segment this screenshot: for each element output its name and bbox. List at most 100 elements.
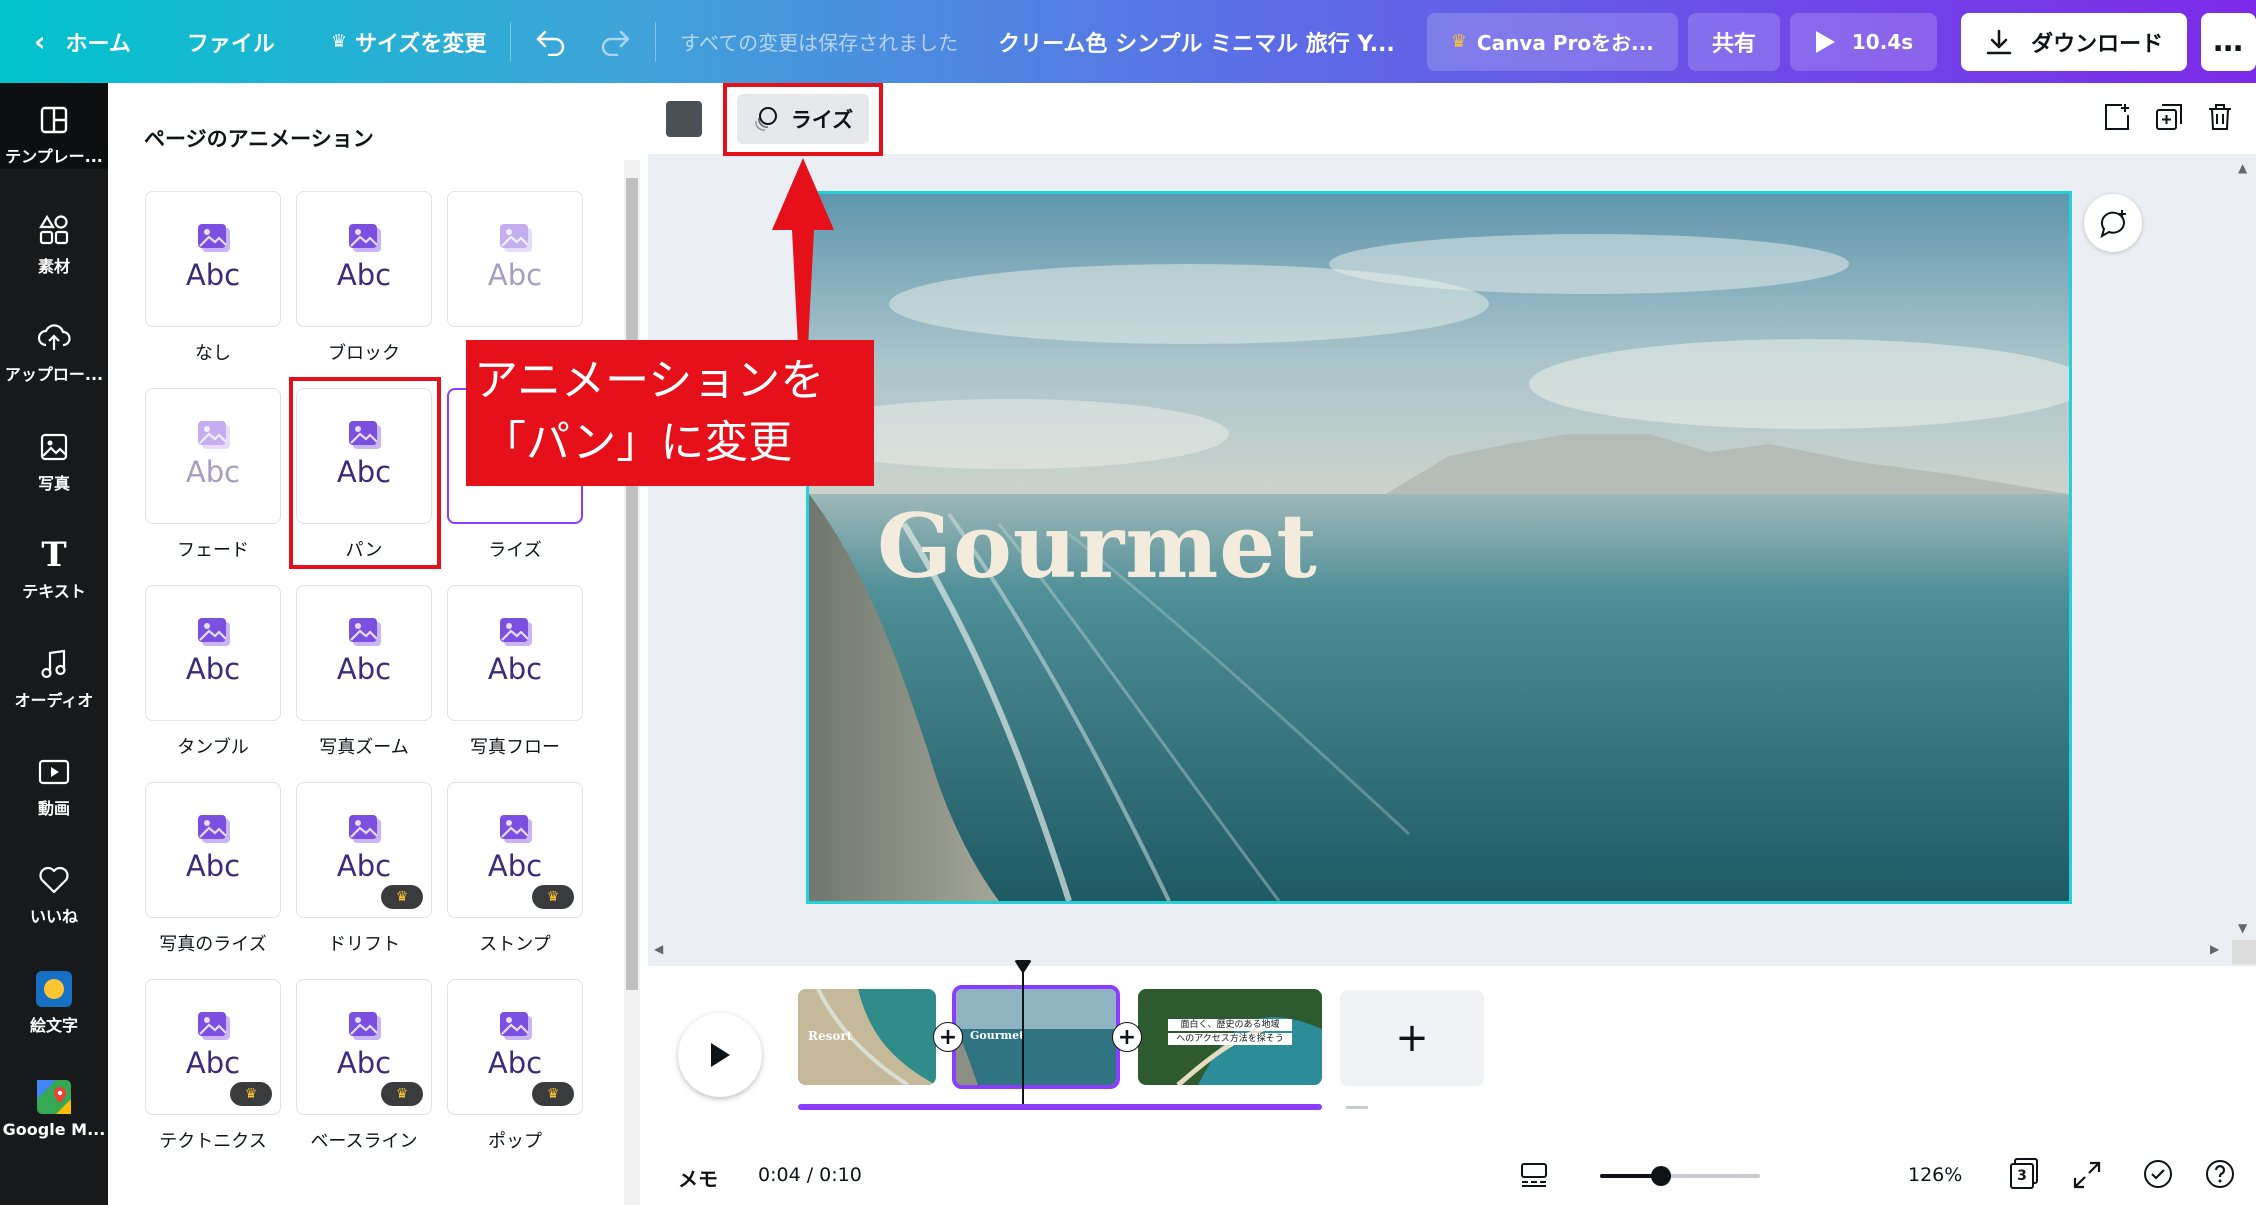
divider xyxy=(510,21,512,62)
fullscreen-icon[interactable] xyxy=(2072,1160,2102,1194)
abc-preview: Abc xyxy=(185,455,241,489)
pages-count-button[interactable]: 3 xyxy=(2010,1158,2040,1190)
share-button[interactable]: 共有 xyxy=(1687,12,1780,71)
add-transition-button[interactable]: + xyxy=(1112,1022,1142,1052)
home-button[interactable]: ‹ ホーム xyxy=(18,12,147,72)
animation-card[interactable]: Abc xyxy=(145,191,281,327)
crown-badge-icon: ♛ xyxy=(532,885,574,909)
abc-preview: Abc xyxy=(336,258,392,292)
canva-pro-button[interactable]: ♛ Canva Proをお... xyxy=(1426,12,1678,71)
animation-card[interactable]: Abc ♛ xyxy=(447,782,583,918)
image-preview-icon xyxy=(198,618,230,646)
top-bar: ‹ ホーム ファイル ♛ サイズを変更 すべての変更は保存されました クリーム色… xyxy=(0,0,2256,83)
timeline-page-3[interactable]: 面白く、歴史のある地域 へのアクセス方法を探そう xyxy=(1138,989,1322,1085)
emoji-app-icon xyxy=(35,970,73,1008)
timeline-progress-end xyxy=(1346,1106,1368,1109)
rail-item-video[interactable]: 動画 xyxy=(0,753,108,819)
rail-item-likes[interactable]: いいね xyxy=(0,861,108,927)
plus-icon: + xyxy=(1117,1024,1137,1050)
notes-button[interactable]: メモ xyxy=(678,1163,718,1192)
play-button[interactable]: 10.4s xyxy=(1789,12,1938,71)
document-title[interactable]: クリーム色 シンプル ミニマル 旅行 Y... xyxy=(974,26,1415,58)
redo-button[interactable] xyxy=(583,12,647,72)
download-button[interactable]: ダウンロード xyxy=(1961,12,2188,71)
abc-preview: Abc xyxy=(336,1046,392,1080)
image-preview-icon xyxy=(500,618,532,646)
animation-card-label: ポップ xyxy=(488,1131,542,1152)
animation-card[interactable]: Abc ♛ xyxy=(296,782,432,918)
animation-card-label: ドリフト xyxy=(328,934,400,955)
heart-icon xyxy=(35,861,73,899)
chevron-left-icon: ‹ xyxy=(34,25,46,58)
animation-card[interactable]: Abc xyxy=(447,191,583,327)
timeline-page-1[interactable]: Resort xyxy=(798,989,936,1085)
delete-page-icon[interactable] xyxy=(2206,102,2234,136)
page-heading[interactable]: Gourmet xyxy=(877,494,1318,598)
zoom-slider[interactable] xyxy=(1600,1166,1760,1186)
animation-card[interactable]: Abc xyxy=(296,191,432,327)
context-toolbar xyxy=(648,83,2256,155)
animation-card-label: なし xyxy=(195,343,231,364)
timeline-page-2-selected[interactable]: Gourmet xyxy=(952,985,1120,1089)
annotation-callout: アニメーションを 「パン」に変更 xyxy=(466,340,874,486)
animation-card[interactable]: Abc ♛ xyxy=(447,979,583,1115)
help-icon[interactable] xyxy=(2204,1158,2236,1194)
duplicate-page-icon[interactable] xyxy=(2154,102,2184,136)
crown-icon: ♛ xyxy=(330,31,348,52)
timeline-play-button[interactable] xyxy=(678,1013,762,1097)
rail-item-templates[interactable]: テンプレー... xyxy=(0,83,108,169)
canvas-scrollbar-vertical[interactable]: ▲ ▼ xyxy=(2232,155,2256,955)
rail-item-text[interactable]: T テキスト xyxy=(0,535,108,602)
check-icon[interactable] xyxy=(2142,1158,2174,1194)
animation-card[interactable]: Abc xyxy=(145,585,281,721)
image-preview-icon xyxy=(198,421,230,449)
add-page-icon[interactable] xyxy=(2102,102,2132,136)
left-rail: テンプレー... 素材 アップロー... 写真 T テキスト オーディオ 動画 xyxy=(0,83,108,1205)
undo-button[interactable] xyxy=(519,12,583,72)
crown-badge-icon: ♛ xyxy=(381,885,423,909)
image-preview-icon xyxy=(500,1012,532,1040)
rail-item-elements[interactable]: 素材 xyxy=(0,211,108,277)
rail-item-uploads[interactable]: アップロー... xyxy=(0,319,108,385)
animation-card[interactable]: Abc xyxy=(296,585,432,721)
text-icon: T xyxy=(41,535,67,575)
pan-card-highlight xyxy=(289,377,441,569)
rail-item-google-maps[interactable]: Google M... xyxy=(0,1078,108,1139)
timeline-progress-bar[interactable] xyxy=(798,1104,1322,1110)
animation-card[interactable]: Abc ♛ xyxy=(296,979,432,1115)
canvas-scrollbar-horizontal[interactable]: ◀ ▶ xyxy=(648,940,2232,964)
plus-icon: + xyxy=(938,1024,958,1050)
google-maps-icon xyxy=(35,1078,73,1116)
abc-preview: Abc xyxy=(185,849,241,883)
playhead[interactable] xyxy=(1022,962,1024,1106)
animation-card-label: ストンプ xyxy=(479,934,551,955)
rail-item-emoji[interactable]: 絵文字 xyxy=(0,970,108,1036)
download-icon xyxy=(1986,29,2012,54)
scroll-corner xyxy=(2232,940,2256,964)
background-color-swatch[interactable] xyxy=(666,101,702,137)
rail-item-audio[interactable]: オーディオ xyxy=(0,645,108,711)
abc-preview: Abc xyxy=(336,652,392,686)
animation-card[interactable]: Abc xyxy=(145,388,281,524)
grid-view-icon[interactable] xyxy=(1520,1162,1548,1192)
add-comment-button[interactable] xyxy=(2084,194,2142,252)
add-page-button[interactable]: + xyxy=(1340,990,1484,1086)
zoom-slider-handle[interactable] xyxy=(1651,1166,1671,1186)
file-menu-button[interactable]: ファイル xyxy=(171,12,291,72)
more-options-button[interactable]: … xyxy=(2201,12,2256,71)
design-page[interactable]: Gourmet xyxy=(806,191,2072,904)
panel-title: ページのアニメーション xyxy=(144,127,374,151)
animation-card[interactable]: Abc ♛ xyxy=(145,979,281,1115)
animation-card-label: ブロック xyxy=(328,343,400,364)
animation-card[interactable]: Abc xyxy=(145,782,281,918)
zoom-level[interactable]: 126% xyxy=(1908,1164,1962,1186)
animation-card-label: 写真ズーム xyxy=(319,737,409,758)
rail-item-photos[interactable]: 写真 xyxy=(0,428,108,494)
animation-card[interactable]: Abc xyxy=(447,585,583,721)
add-transition-button[interactable]: + xyxy=(933,1022,963,1052)
home-label: ホーム xyxy=(65,31,131,57)
animation-card-label: フェード xyxy=(177,540,249,561)
resize-button[interactable]: ♛ サイズを変更 xyxy=(315,12,502,72)
abc-preview: Abc xyxy=(487,849,543,883)
panel-scrollbar-thumb[interactable] xyxy=(626,178,638,990)
